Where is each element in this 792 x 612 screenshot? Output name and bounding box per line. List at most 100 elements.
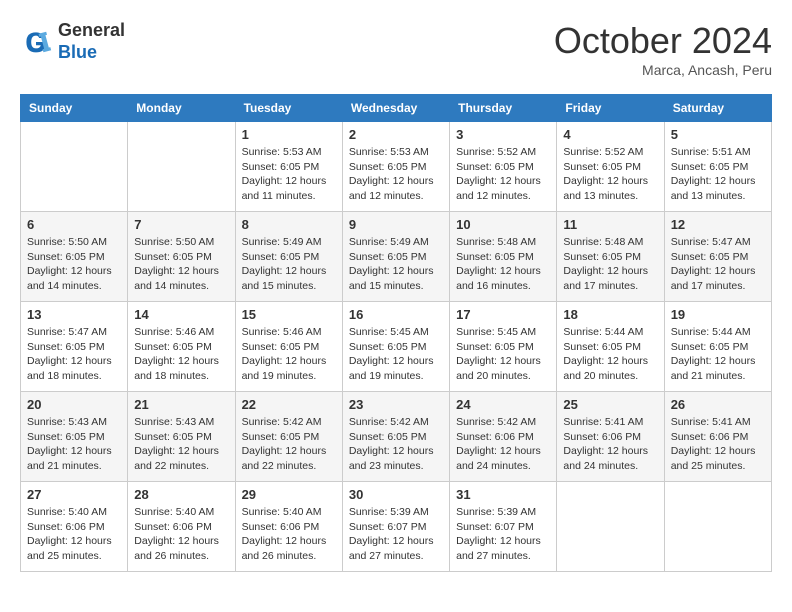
calendar-week-2: 6 Sunrise: 5:50 AM Sunset: 6:05 PM Daylig… <box>21 212 772 302</box>
day-number: 5 <box>671 127 765 142</box>
calendar-cell: 2 Sunrise: 5:53 AM Sunset: 6:05 PM Daylig… <box>342 122 449 212</box>
cell-content: Sunrise: 5:50 AM Sunset: 6:05 PM Dayligh… <box>27 235 121 294</box>
day-number: 14 <box>134 307 228 322</box>
day-number: 19 <box>671 307 765 322</box>
day-number: 15 <box>242 307 336 322</box>
cell-content: Sunrise: 5:42 AM Sunset: 6:05 PM Dayligh… <box>349 415 443 474</box>
calendar-cell: 20 Sunrise: 5:43 AM Sunset: 6:05 PM Dayli… <box>21 392 128 482</box>
cell-content: Sunrise: 5:49 AM Sunset: 6:05 PM Dayligh… <box>242 235 336 294</box>
day-number: 12 <box>671 217 765 232</box>
calendar-cell: 25 Sunrise: 5:41 AM Sunset: 6:06 PM Dayli… <box>557 392 664 482</box>
logo: General Blue <box>20 20 125 63</box>
cell-content: Sunrise: 5:52 AM Sunset: 6:05 PM Dayligh… <box>563 145 657 204</box>
day-number: 30 <box>349 487 443 502</box>
calendar-cell <box>557 482 664 572</box>
day-number: 22 <box>242 397 336 412</box>
cell-content: Sunrise: 5:43 AM Sunset: 6:05 PM Dayligh… <box>134 415 228 474</box>
col-thursday: Thursday <box>450 95 557 122</box>
calendar-cell: 29 Sunrise: 5:40 AM Sunset: 6:06 PM Dayli… <box>235 482 342 572</box>
calendar-cell: 18Sunrise: 5:44 AM Sunset: 6:05 PM Dayli… <box>557 302 664 392</box>
calendar-cell: 19 Sunrise: 5:44 AM Sunset: 6:05 PM Dayli… <box>664 302 771 392</box>
calendar-week-3: 13Sunrise: 5:47 AM Sunset: 6:05 PM Dayli… <box>21 302 772 392</box>
col-friday: Friday <box>557 95 664 122</box>
calendar-cell: 4 Sunrise: 5:52 AM Sunset: 6:05 PM Daylig… <box>557 122 664 212</box>
calendar-cell: 27 Sunrise: 5:40 AM Sunset: 6:06 PM Dayli… <box>21 482 128 572</box>
day-number: 28 <box>134 487 228 502</box>
day-number: 1 <box>242 127 336 142</box>
day-number: 2 <box>349 127 443 142</box>
calendar-cell: 17 Sunrise: 5:45 AM Sunset: 6:05 PM Dayli… <box>450 302 557 392</box>
cell-content: Sunrise: 5:42 AM Sunset: 6:05 PM Dayligh… <box>242 415 336 474</box>
day-number: 6 <box>27 217 121 232</box>
calendar-cell: 21Sunrise: 5:43 AM Sunset: 6:05 PM Dayli… <box>128 392 235 482</box>
day-number: 13 <box>27 307 121 322</box>
day-number: 4 <box>563 127 657 142</box>
day-number: 18 <box>563 307 657 322</box>
calendar-cell: 9 Sunrise: 5:49 AM Sunset: 6:05 PM Daylig… <box>342 212 449 302</box>
cell-content: Sunrise: 5:44 AM Sunset: 6:05 PM Dayligh… <box>671 325 765 384</box>
calendar-cell: 28 Sunrise: 5:40 AM Sunset: 6:06 PM Dayli… <box>128 482 235 572</box>
calendar-cell: 1 Sunrise: 5:53 AM Sunset: 6:05 PM Daylig… <box>235 122 342 212</box>
calendar-cell: 8 Sunrise: 5:49 AM Sunset: 6:05 PM Daylig… <box>235 212 342 302</box>
day-number: 27 <box>27 487 121 502</box>
calendar-week-5: 27 Sunrise: 5:40 AM Sunset: 6:06 PM Dayli… <box>21 482 772 572</box>
day-number: 9 <box>349 217 443 232</box>
cell-content: Sunrise: 5:53 AM Sunset: 6:05 PM Dayligh… <box>242 145 336 204</box>
calendar-cell: 23 Sunrise: 5:42 AM Sunset: 6:05 PM Dayli… <box>342 392 449 482</box>
header-row: Sunday Monday Tuesday Wednesday Thursday… <box>21 95 772 122</box>
calendar-cell: 10 Sunrise: 5:48 AM Sunset: 6:05 PM Dayli… <box>450 212 557 302</box>
logo-text: General Blue <box>58 20 125 63</box>
cell-content: Sunrise: 5:42 AM Sunset: 6:06 PM Dayligh… <box>456 415 550 474</box>
cell-content: Sunrise: 5:45 AM Sunset: 6:05 PM Dayligh… <box>349 325 443 384</box>
day-number: 25 <box>563 397 657 412</box>
cell-content: Sunrise: 5:52 AM Sunset: 6:05 PM Dayligh… <box>456 145 550 204</box>
calendar-cell <box>21 122 128 212</box>
day-number: 8 <box>242 217 336 232</box>
calendar-cell: 16 Sunrise: 5:45 AM Sunset: 6:05 PM Dayli… <box>342 302 449 392</box>
cell-content: Sunrise: 5:39 AM Sunset: 6:07 PM Dayligh… <box>349 505 443 564</box>
cell-content: Sunrise: 5:43 AM Sunset: 6:05 PM Dayligh… <box>27 415 121 474</box>
day-number: 20 <box>27 397 121 412</box>
page-header: General Blue October 2024 Marca, Ancash,… <box>20 20 772 78</box>
day-number: 3 <box>456 127 550 142</box>
cell-content: Sunrise: 5:40 AM Sunset: 6:06 PM Dayligh… <box>27 505 121 564</box>
day-number: 26 <box>671 397 765 412</box>
cell-content: Sunrise: 5:45 AM Sunset: 6:05 PM Dayligh… <box>456 325 550 384</box>
day-number: 29 <box>242 487 336 502</box>
calendar-week-1: 1 Sunrise: 5:53 AM Sunset: 6:05 PM Daylig… <box>21 122 772 212</box>
cell-content: Sunrise: 5:41 AM Sunset: 6:06 PM Dayligh… <box>671 415 765 474</box>
calendar-cell: 26 Sunrise: 5:41 AM Sunset: 6:06 PM Dayli… <box>664 392 771 482</box>
cell-content: Sunrise: 5:40 AM Sunset: 6:06 PM Dayligh… <box>242 505 336 564</box>
day-number: 10 <box>456 217 550 232</box>
cell-content: Sunrise: 5:40 AM Sunset: 6:06 PM Dayligh… <box>134 505 228 564</box>
cell-content: Sunrise: 5:41 AM Sunset: 6:06 PM Dayligh… <box>563 415 657 474</box>
calendar-cell: 30 Sunrise: 5:39 AM Sunset: 6:07 PM Dayli… <box>342 482 449 572</box>
cell-content: Sunrise: 5:49 AM Sunset: 6:05 PM Dayligh… <box>349 235 443 294</box>
logo-icon <box>20 26 52 58</box>
day-number: 24 <box>456 397 550 412</box>
title-block: October 2024 Marca, Ancash, Peru <box>554 20 772 78</box>
col-monday: Monday <box>128 95 235 122</box>
cell-content: Sunrise: 5:51 AM Sunset: 6:05 PM Dayligh… <box>671 145 765 204</box>
cell-content: Sunrise: 5:47 AM Sunset: 6:05 PM Dayligh… <box>671 235 765 294</box>
calendar-cell: 7 Sunrise: 5:50 AM Sunset: 6:05 PM Daylig… <box>128 212 235 302</box>
day-number: 7 <box>134 217 228 232</box>
calendar-cell: 11Sunrise: 5:48 AM Sunset: 6:05 PM Dayli… <box>557 212 664 302</box>
calendar-cell: 14 Sunrise: 5:46 AM Sunset: 6:05 PM Dayli… <box>128 302 235 392</box>
cell-content: Sunrise: 5:53 AM Sunset: 6:05 PM Dayligh… <box>349 145 443 204</box>
day-number: 23 <box>349 397 443 412</box>
location-subtitle: Marca, Ancash, Peru <box>554 62 772 78</box>
cell-content: Sunrise: 5:48 AM Sunset: 6:05 PM Dayligh… <box>456 235 550 294</box>
calendar-cell: 12 Sunrise: 5:47 AM Sunset: 6:05 PM Dayli… <box>664 212 771 302</box>
calendar-cell: 22 Sunrise: 5:42 AM Sunset: 6:05 PM Dayli… <box>235 392 342 482</box>
day-number: 16 <box>349 307 443 322</box>
cell-content: Sunrise: 5:39 AM Sunset: 6:07 PM Dayligh… <box>456 505 550 564</box>
calendar-table: Sunday Monday Tuesday Wednesday Thursday… <box>20 94 772 572</box>
calendar-cell: 6 Sunrise: 5:50 AM Sunset: 6:05 PM Daylig… <box>21 212 128 302</box>
day-number: 17 <box>456 307 550 322</box>
col-saturday: Saturday <box>664 95 771 122</box>
cell-content: Sunrise: 5:46 AM Sunset: 6:05 PM Dayligh… <box>134 325 228 384</box>
cell-content: Sunrise: 5:50 AM Sunset: 6:05 PM Dayligh… <box>134 235 228 294</box>
calendar-cell: 13Sunrise: 5:47 AM Sunset: 6:05 PM Dayli… <box>21 302 128 392</box>
cell-content: Sunrise: 5:46 AM Sunset: 6:05 PM Dayligh… <box>242 325 336 384</box>
